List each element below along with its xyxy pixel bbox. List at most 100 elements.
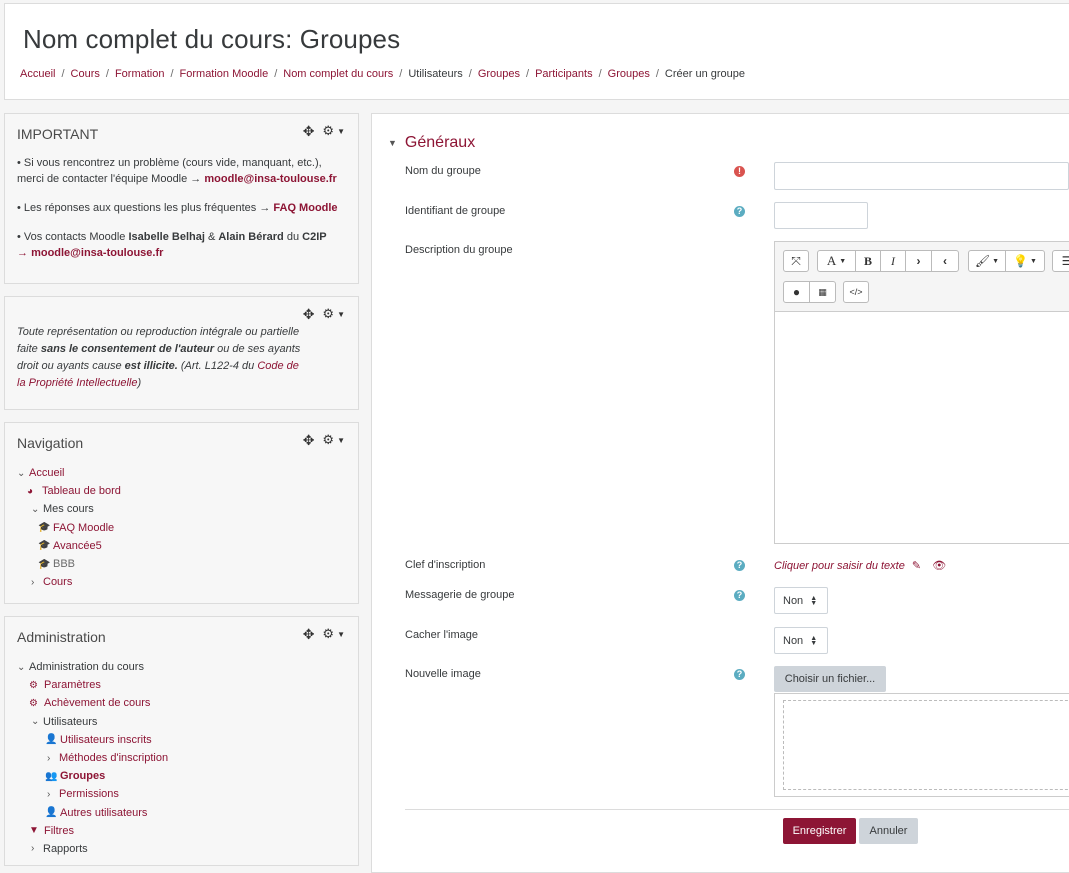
admin-link[interactable]: Utilisateurs inscrits	[60, 734, 152, 746]
section-header[interactable]: ▼ Généraux	[388, 134, 475, 152]
admin-item-methodes[interactable]: › Méthodes d'inscription	[17, 749, 168, 767]
pencil-icon[interactable]: ✎	[912, 560, 921, 572]
brush-button[interactable]: 🖌 ▼	[969, 251, 1006, 271]
caret-down-icon[interactable]: ▼	[337, 127, 345, 136]
media-icon: ▦	[818, 286, 827, 297]
admin-link[interactable]: Filtres	[44, 825, 74, 837]
nav-item-faq[interactable]: 🎓 FAQ Moodle	[17, 519, 121, 537]
admin-item-permissions[interactable]: › Permissions	[17, 785, 168, 803]
faq-link[interactable]: FAQ Moodle	[273, 202, 337, 214]
admin-link[interactable]: Méthodes d'inscription	[59, 752, 168, 764]
file-drop-dashed-area[interactable]	[783, 700, 1069, 790]
breadcrumb-groupes[interactable]: Groupes	[478, 68, 520, 80]
bold-button[interactable]: B	[856, 251, 881, 271]
nav-link[interactable]: Accueil	[29, 467, 64, 479]
fullscreen-button[interactable]: ⤧	[783, 250, 809, 272]
lightbulb-button[interactable]: 💡 ▼	[1006, 251, 1044, 271]
admin-link[interactable]: Permissions	[59, 788, 119, 800]
gear-icon[interactable]: ⚙	[322, 124, 334, 137]
nav-link[interactable]: FAQ Moodle	[53, 522, 114, 534]
move-icon[interactable]: ✥	[303, 307, 315, 321]
media-button[interactable]: ▦	[810, 282, 835, 302]
nav-item-bbb[interactable]: 🎓 BBB	[17, 555, 121, 573]
help-icon[interactable]: ?	[734, 669, 745, 680]
font-style-button[interactable]: A ▼	[818, 251, 856, 271]
messaging-select[interactable]: Non ▲ ▼	[774, 587, 828, 614]
move-icon[interactable]: ✥	[303, 433, 315, 447]
admin-link[interactable]: Paramètres	[44, 679, 101, 691]
email-link[interactable]: moodle@insa-toulouse.fr	[204, 173, 336, 185]
nav-item-cours[interactable]: › Cours	[17, 573, 121, 591]
admin-link-active[interactable]: Groupes	[60, 770, 105, 782]
nav-link[interactable]: Tableau de bord	[42, 485, 121, 497]
nav-link[interactable]: Avancée5	[53, 540, 102, 552]
nav-link[interactable]: Cours	[43, 576, 72, 588]
enrolkey-placeholder[interactable]: Cliquer pour saisir du texte	[774, 560, 905, 572]
nav-item-accueil[interactable]: ⌄ Accueil	[17, 464, 121, 482]
admin-item-autres[interactable]: 👤 Autres utilisateurs	[17, 804, 168, 822]
emoticon-button[interactable]: ●	[784, 282, 810, 302]
indent-button[interactable]: ›	[906, 251, 932, 271]
block-controls: ✥ ⚙ ▼	[303, 433, 345, 447]
admin-item-rapports[interactable]: › Rapports	[17, 840, 168, 858]
code-icon: </>	[849, 287, 863, 297]
admin-link[interactable]: Achèvement de cours	[44, 697, 150, 709]
email-link[interactable]: moodle@insa-toulouse.fr	[31, 247, 163, 259]
eye-icon[interactable]: 👁	[932, 560, 946, 572]
admin-item-filtres[interactable]: ▼ Filtres	[17, 822, 168, 840]
chevron-down-icon[interactable]: ⌄	[31, 504, 43, 515]
breadcrumb-formation[interactable]: Formation	[115, 68, 165, 80]
help-icon[interactable]: ?	[734, 206, 745, 217]
admin-item-utilisateurs[interactable]: ⌄ Utilisateurs	[17, 713, 168, 731]
caret-down-icon[interactable]: ▼	[337, 436, 345, 445]
nav-item-dashboard[interactable]: ◕ Tableau de bord	[17, 482, 121, 500]
chevron-down-icon[interactable]: ⌄	[31, 716, 43, 727]
move-icon[interactable]: ✥	[303, 627, 315, 641]
breadcrumb-course[interactable]: Nom complet du cours	[283, 68, 393, 80]
move-icon[interactable]: ✥	[303, 124, 315, 138]
enrolkey-inline-edit[interactable]: Cliquer pour saisir du texte ✎ 👁	[774, 559, 946, 572]
save-button[interactable]: Enregistrer	[783, 818, 856, 844]
nav-item-avancee5[interactable]: 🎓 Avancée5	[17, 537, 121, 555]
group-name-input[interactable]	[774, 162, 1069, 190]
breadcrumb-participants[interactable]: Participants	[535, 68, 592, 80]
block-important: IMPORTANT ✥ ⚙ ▼ • Si vous rencontrez un …	[4, 113, 359, 284]
help-icon[interactable]: ?	[734, 560, 745, 571]
html-button[interactable]: </>	[843, 281, 869, 303]
gear-icon[interactable]: ⚙	[322, 627, 334, 640]
required-icon[interactable]: !	[734, 166, 745, 177]
caret-down-icon[interactable]: ▼	[337, 310, 345, 319]
admin-item-inscrits[interactable]: 👤 Utilisateurs inscrits	[17, 731, 168, 749]
hidepicture-select[interactable]: Non ▲ ▼	[774, 627, 828, 654]
insert-group: ● ▦	[783, 281, 836, 303]
caret-down-icon[interactable]: ▼	[337, 630, 345, 639]
breadcrumb-formation-moodle[interactable]: Formation Moodle	[180, 68, 269, 80]
list-button[interactable]: ☰	[1052, 250, 1069, 272]
chevron-down-icon[interactable]: ⌄	[17, 662, 29, 673]
breadcrumb-cours[interactable]: Cours	[71, 68, 100, 80]
caret-down-icon[interactable]: ▼	[388, 138, 397, 148]
help-icon[interactable]: ?	[734, 590, 745, 601]
chevron-right-icon[interactable]: ›	[31, 577, 43, 588]
choose-file-button[interactable]: Choisir un fichier...	[774, 666, 886, 692]
chevron-right-icon[interactable]: ›	[31, 843, 43, 854]
outdent-button[interactable]: ‹	[932, 251, 958, 271]
italic-button[interactable]: I	[881, 251, 906, 271]
chevron-right-icon[interactable]: ›	[47, 753, 59, 764]
file-drop-zone[interactable]	[774, 693, 1069, 797]
breadcrumb-accueil[interactable]: Accueil	[20, 68, 55, 80]
admin-item-achevement[interactable]: ⚙ Achèvement de cours	[17, 694, 168, 712]
breadcrumb-groupes-2[interactable]: Groupes	[608, 68, 650, 80]
nav-item-mes-cours[interactable]: ⌄ Mes cours	[17, 500, 121, 518]
editor-content-area[interactable]	[775, 313, 1069, 543]
cancel-button[interactable]: Annuler	[859, 818, 918, 844]
admin-item-groupes[interactable]: 👥 Groupes	[17, 767, 168, 785]
gear-icon[interactable]: ⚙	[322, 307, 334, 320]
gear-icon[interactable]: ⚙	[322, 433, 334, 446]
chevron-right-icon[interactable]: ›	[47, 789, 59, 800]
group-idnumber-input[interactable]	[774, 202, 868, 229]
chevron-down-icon[interactable]: ⌄	[17, 468, 29, 479]
admin-item-course-admin[interactable]: ⌄ Administration du cours	[17, 658, 168, 676]
admin-item-parametres[interactable]: ⚙ Paramètres	[17, 676, 168, 694]
admin-link[interactable]: Autres utilisateurs	[60, 807, 147, 819]
